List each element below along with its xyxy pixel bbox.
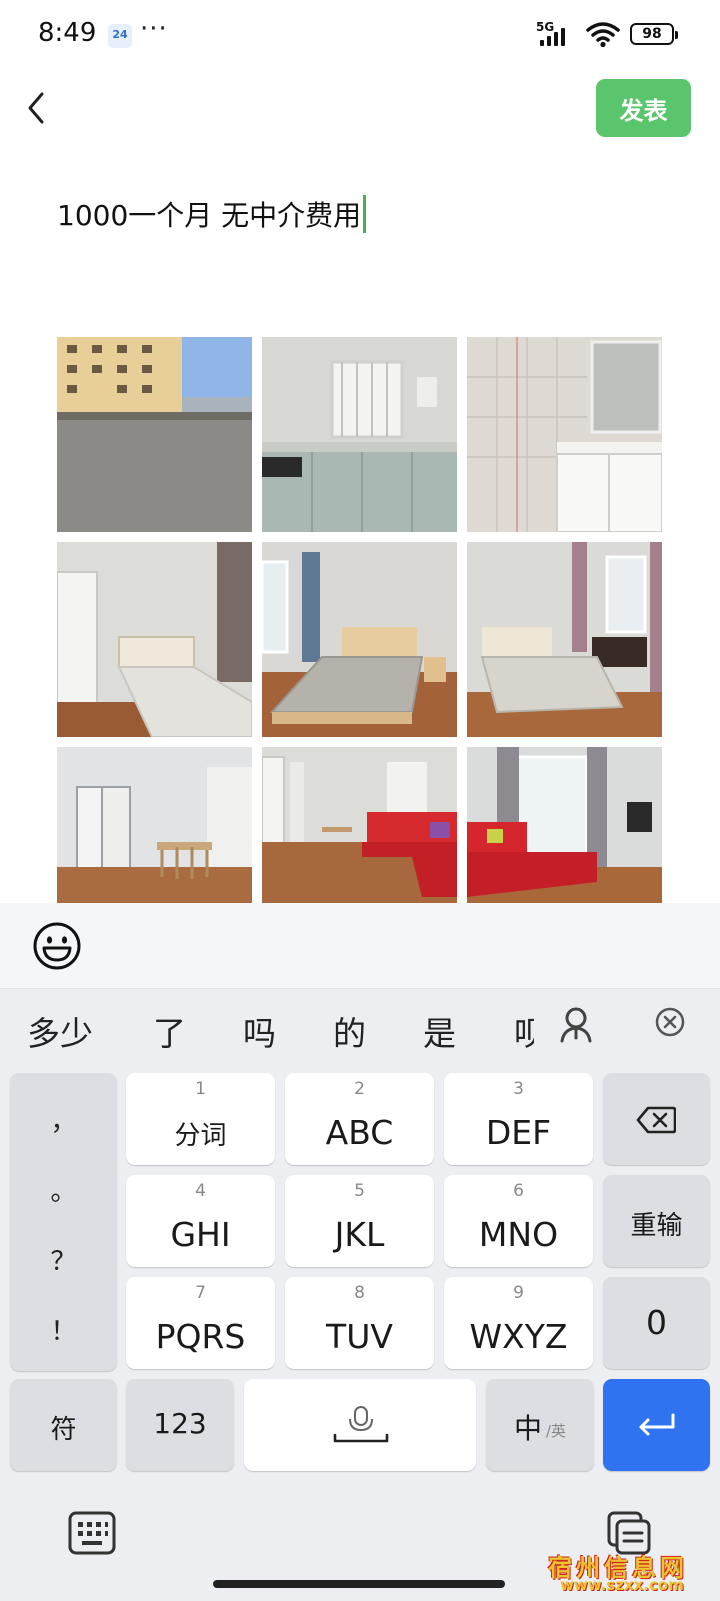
key-4-ghi[interactable]: 4 GHI xyxy=(126,1175,275,1267)
key-label: PQRS xyxy=(155,1317,246,1356)
microphone-icon xyxy=(333,1406,389,1443)
key-2-abc[interactable]: 2 ABC xyxy=(285,1073,434,1165)
key-label-primary: 中 xyxy=(514,1412,543,1445)
bathroom-photo xyxy=(467,337,662,532)
key-label: MNO xyxy=(478,1215,559,1254)
keyboard-switch-icon[interactable] xyxy=(68,1511,116,1555)
post-text-field[interactable]: 1000一个月 无中介费用 xyxy=(57,192,367,236)
living-room-balcony-photo xyxy=(467,747,662,903)
enter-icon xyxy=(639,1413,675,1436)
candidate-word[interactable]: 吗 xyxy=(243,1007,276,1055)
photo-thumbnail-9[interactable] xyxy=(467,747,662,903)
key-number: 3 xyxy=(513,1079,524,1099)
punct-exclaim-key[interactable]: ！ xyxy=(10,1311,117,1348)
key-label: WXYZ xyxy=(469,1317,568,1356)
photo-thumbnail-5[interactable] xyxy=(262,542,457,737)
kitchen-photo xyxy=(262,337,457,532)
wifi-icon xyxy=(586,22,620,48)
punct-comma-key[interactable]: ， xyxy=(10,1101,117,1138)
candidate-bar: 多少 了 吗 的 是 呗 xyxy=(0,989,720,1073)
key-9-wxyz[interactable]: 9 WXYZ xyxy=(444,1277,593,1369)
close-candidates-icon[interactable] xyxy=(654,1006,686,1038)
key-label: 重输 xyxy=(630,1211,683,1241)
key-label-secondary: /英 xyxy=(546,1422,567,1440)
space-key[interactable] xyxy=(244,1379,476,1471)
emoji-toolbar xyxy=(0,903,720,989)
punctuation-column: ， 。 ？ ！ xyxy=(10,1073,117,1371)
key-number: 4 xyxy=(195,1181,206,1201)
more-notifications-icon: ··· xyxy=(140,14,168,44)
candidate-word-partial[interactable]: 呗 xyxy=(514,1007,534,1051)
key-label: TUV xyxy=(326,1317,393,1356)
key-label: GHI xyxy=(170,1215,231,1254)
enter-key[interactable] xyxy=(603,1379,710,1471)
key-label: 123 xyxy=(153,1407,207,1440)
site-watermark: 宿州信息网 www.szxx.com xyxy=(548,1548,708,1598)
key-label: 符 xyxy=(50,1415,77,1445)
punct-question-key[interactable]: ？ xyxy=(10,1241,117,1278)
key-8-tuv[interactable]: 8 TUV xyxy=(285,1277,434,1369)
bedroom-photo-3 xyxy=(467,542,662,737)
photo-thumbnail-6[interactable] xyxy=(467,542,662,737)
symbol-key[interactable]: 符 xyxy=(10,1379,117,1471)
network-type-label: 5G xyxy=(536,20,555,34)
key-5-jkl[interactable]: 5 JKL xyxy=(285,1175,434,1267)
key-number: 1 xyxy=(195,1079,206,1099)
battery-icon: 98 xyxy=(630,23,678,45)
rooftop-terrace-photo xyxy=(57,337,252,532)
key-7-pqrs[interactable]: 7 PQRS xyxy=(126,1277,275,1369)
bedroom-photo-1 xyxy=(57,542,252,737)
status-bar: 8:49 24 ··· 5G 98 xyxy=(0,0,720,70)
key-label: ABC xyxy=(325,1113,394,1152)
keyboard: ， 。 ？ ！ 1 分词 2 ABC 3 DEF 4 GHI 5 JKL 6 M… xyxy=(0,1073,720,1601)
key-0[interactable]: 0 xyxy=(603,1277,710,1369)
photo-thumbnail-7[interactable] xyxy=(57,747,252,903)
key-number: 9 xyxy=(513,1283,524,1303)
key-number: 7 xyxy=(195,1283,206,1303)
home-indicator[interactable] xyxy=(213,1580,505,1588)
key-label: 分词 xyxy=(174,1121,227,1151)
back-button[interactable] xyxy=(20,86,60,130)
key-number: 6 xyxy=(513,1181,524,1201)
candidate-word[interactable]: 的 xyxy=(333,1007,366,1055)
key-3-def[interactable]: 3 DEF xyxy=(444,1073,593,1165)
candidate-word[interactable]: 多少 xyxy=(27,1007,93,1055)
key-number: 2 xyxy=(354,1079,365,1099)
key-number: 5 xyxy=(354,1181,365,1201)
photo-thumbnail-1[interactable] xyxy=(57,337,252,532)
backspace-key[interactable] xyxy=(603,1073,710,1165)
calendar-badge-icon: 24 xyxy=(108,24,132,48)
cellular-signal-icon: 5G xyxy=(536,20,580,48)
key-6-mno[interactable]: 6 MNO xyxy=(444,1175,593,1267)
photo-thumbnail-2[interactable] xyxy=(262,337,457,532)
photo-thumbnail-8[interactable] xyxy=(262,747,457,903)
living-room-sofa-photo xyxy=(262,747,457,903)
post-text: 1000一个月 无中介费用 xyxy=(57,199,362,232)
emoji-icon[interactable] xyxy=(32,921,82,971)
photo-grid xyxy=(57,337,663,903)
publish-button[interactable]: 发表 xyxy=(596,79,691,137)
status-time: 8:49 xyxy=(38,18,97,48)
numbers-key[interactable]: 123 xyxy=(126,1379,234,1471)
key-number: 8 xyxy=(354,1283,365,1303)
candidate-word[interactable]: 了 xyxy=(153,1007,186,1055)
key-label: DEF xyxy=(485,1113,552,1152)
handwriting-icon[interactable] xyxy=(556,1005,596,1045)
language-switch-key[interactable]: 中 /英 xyxy=(486,1379,594,1471)
bedroom-photo-2 xyxy=(262,542,457,737)
candidate-word: 呗 xyxy=(514,1014,534,1051)
key-1-segment[interactable]: 1 分词 xyxy=(126,1073,275,1165)
candidate-word[interactable]: 是 xyxy=(423,1007,456,1055)
punct-period-key[interactable]: 。 xyxy=(10,1171,117,1208)
photo-thumbnail-4[interactable] xyxy=(57,542,252,737)
reinput-key[interactable]: 重输 xyxy=(603,1175,710,1267)
backspace-icon xyxy=(636,1106,676,1134)
text-caret xyxy=(363,195,367,233)
dining-room-photo xyxy=(57,747,252,903)
watermark-url: www.szxx.com xyxy=(560,1576,684,1594)
photo-thumbnail-3[interactable] xyxy=(467,337,662,532)
key-label: JKL xyxy=(334,1215,385,1254)
key-label: 0 xyxy=(646,1303,667,1342)
